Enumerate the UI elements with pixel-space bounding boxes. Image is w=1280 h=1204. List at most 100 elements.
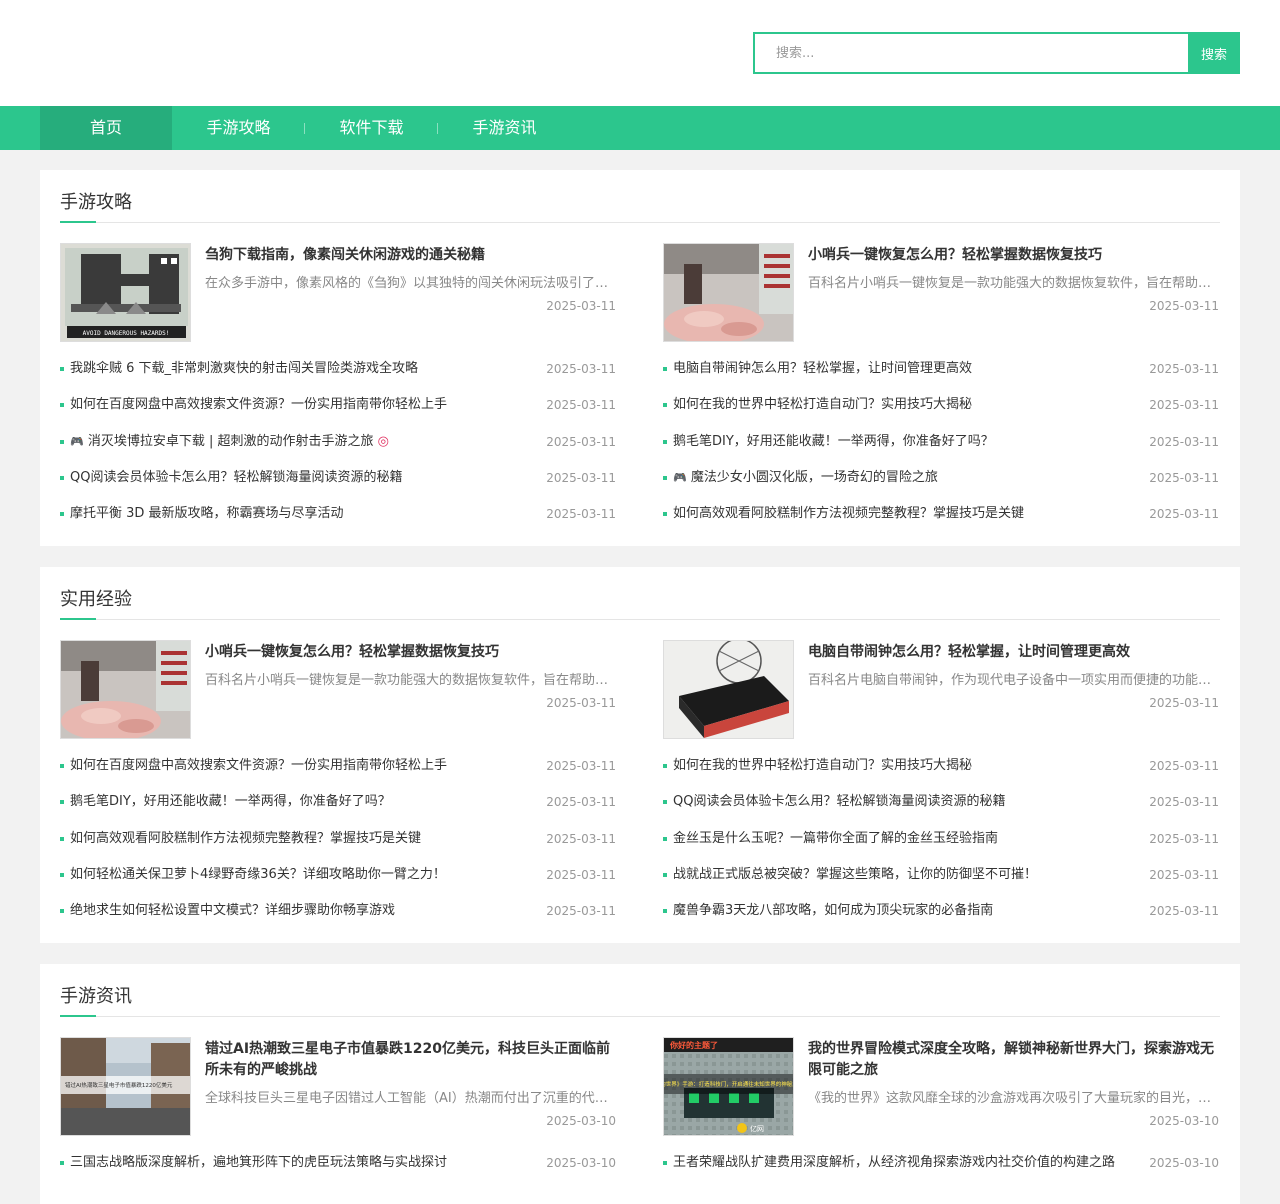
list-item[interactable]: 如何在百度网盘中高效搜索文件资源？一份实用指南带你轻松上手 2025-03-11 [60,748,616,784]
nav-software-download[interactable]: 软件下载 [305,106,438,150]
thumb-caption: 错过AI热潮致三星电子市值暴跌1220亿美元 [65,1081,173,1089]
list-item[interactable]: QQ阅读会员体验卡怎么用？轻松解锁海量阅读资源的秘籍 2025-03-11 [663,784,1219,820]
list-item-title[interactable]: 如何在我的世界中轻松打造自动门？实用技巧大揭秘 [673,387,1143,423]
featured-date: 2025-03-11 [1149,696,1219,710]
left-column: 错过AI热潮致三星电子市值暴跌1220亿美元 错过AI热潮致三星电子市值暴跌12… [60,1037,616,1170]
thumb-header-text: 你好的主题了 [669,1040,718,1050]
list-item[interactable]: 鹅毛笔DIY，好用还能收藏！一举两得，你准备好了吗？ 2025-03-11 [663,424,1219,460]
list-item-date: 2025-03-11 [1149,759,1219,773]
list-item[interactable]: 三国志战略版深度解析，遍地箕形阵下的虎臣玩法策略与实战探讨 2025-03-10 [60,1145,616,1181]
article-thumbnail[interactable]: 你好的主题了 《我的世界》手游：打造科技门，开启通往未知世界的神秘之门！ 亿网 [663,1037,794,1136]
list-item[interactable]: 如何在百度网盘中高效搜索文件资源？一份实用指南带你轻松上手 2025-03-11 [60,387,616,423]
list-item-date: 2025-03-11 [546,831,616,846]
list-item-title[interactable]: 金丝玉是什么玉呢？一篇带你全面了解的金丝玉经验指南 [673,821,1143,857]
article-list: 王者荣耀战队扩建费用深度解析，从经济视角探索游戏内社交价值的构建之路 2025-… [663,1145,1219,1181]
list-item[interactable]: 魔兽争霸3天龙八部攻略，如何成为顶尖玩家的必备指南 2025-03-11 [663,893,1219,929]
list-item[interactable]: 王者荣耀战队扩建费用深度解析，从经济视角探索游戏内社交价值的构建之路 2025-… [663,1145,1219,1181]
list-item[interactable]: 绝地求生如何轻松设置中文模式？详细步骤助你畅享游戏 2025-03-11 [60,893,616,929]
list-item-date: 2025-03-11 [546,507,616,522]
featured-title[interactable]: 错过AI热潮致三星电子市值暴跌1220亿美元，科技巨头正面临前所未有的严峻挑战 [205,1039,616,1081]
search-input[interactable] [753,32,1188,74]
list-item-date: 2025-03-11 [546,867,616,882]
search-button[interactable]: 搜索 [1188,32,1240,74]
featured-article[interactable]: 小哨兵一键恢复怎么用？轻松掌握数据恢复技巧 百科名片小哨兵一键恢复是一款功能强大… [663,243,1219,342]
featured-description: 百科名片小哨兵一键恢复是一款功能强大的数据恢复软件，旨在帮助用户快速恢复丢失的数… [205,673,616,688]
list-item-title[interactable]: 战就战正式版总被突破？掌握这些策略，让你的防御坚不可摧！ [673,857,1143,893]
list-item[interactable]: 我跳伞贼 6 下载_非常刺激爽快的射击闯关冒险类游戏全攻略 2025-03-11 [60,351,616,387]
list-item-title[interactable]: 绝地求生如何轻松设置中文模式？详细步骤助你畅享游戏 [70,893,540,929]
featured-article[interactable]: 你好的主题了 《我的世界》手游：打造科技门，开启通往未知世界的神秘之门！ 亿网 … [663,1037,1219,1136]
article-thumbnail[interactable] [663,243,794,342]
featured-title[interactable]: 我的世界冒险模式深度全攻略，解锁神秘新世界大门，探索游戏无限可能之旅 [808,1039,1219,1081]
featured-description: 《我的世界》这款风靡全球的沙盒游戏再次吸引了大量玩家的目光，其冒险模式更是深受玩… [808,1091,1219,1106]
list-item-title[interactable]: 鹅毛笔DIY，好用还能收藏！一举两得，你准备好了吗？ [673,424,1143,460]
list-item-title[interactable]: QQ阅读会员体验卡怎么用？轻松解锁海量阅读资源的秘籍 [70,460,540,496]
list-item[interactable]: 如何高效观看阿胶糕制作方法视频完整教程？掌握技巧是关键 2025-03-11 [663,496,1219,532]
list-item[interactable]: 电脑自带闹钟怎么用？轻松掌握，让时间管理更高效 2025-03-11 [663,351,1219,387]
featured-date: 2025-03-10 [546,1114,616,1128]
article-list: 如何在百度网盘中高效搜索文件资源？一份实用指南带你轻松上手 2025-03-11… [60,748,616,929]
list-item-title[interactable]: 摩托平衡 3D 最新版攻略，称霸赛场与尽享活动 [70,496,540,532]
list-item-date: 2025-03-11 [1149,795,1219,810]
featured-article[interactable]: 错过AI热潮致三星电子市值暴跌1220亿美元 错过AI热潮致三星电子市值暴跌12… [60,1037,616,1136]
list-item-title[interactable]: 如何在我的世界中轻松打造自动门？实用技巧大揭秘 [673,748,1143,784]
featured-title[interactable]: 电脑自带闹钟怎么用？轻松掌握，让时间管理更高效 [808,642,1219,663]
list-item-title[interactable]: 电脑自带闹钟怎么用？轻松掌握，让时间管理更高效 [673,351,1143,387]
article-list: 如何在我的世界中轻松打造自动门？实用技巧大揭秘 2025-03-11 QQ阅读会… [663,748,1219,929]
list-item-title[interactable]: 如何在百度网盘中高效搜索文件资源？一份实用指南带你轻松上手 [70,387,540,423]
list-item-title[interactable]: 魔兽争霸3天龙八部攻略，如何成为顶尖玩家的必备指南 [673,893,1143,929]
featured-date: 2025-03-10 [1149,1114,1219,1128]
nav-mobile-guides[interactable]: 手游攻略 [172,106,305,150]
article-thumbnail[interactable]: AVOID DANGEROUS HAZARDS! [60,243,191,342]
list-item-title[interactable]: 如何高效观看阿胶糕制作方法视频完整教程？掌握技巧是关键 [673,496,1143,532]
nav-home[interactable]: 首页 [40,106,172,150]
section-header: 手游攻略 [60,170,1220,223]
section-title[interactable]: 手游资讯 [60,982,132,1008]
list-item[interactable]: 如何高效观看阿胶糕制作方法视频完整教程？掌握技巧是关键 2025-03-11 [60,821,616,857]
list-item-title[interactable]: 三国志战略版深度解析，遍地箕形阵下的虎臣玩法策略与实战探讨 [70,1145,540,1181]
article-thumbnail[interactable] [663,640,794,739]
list-item[interactable]: 如何轻松通关保卫萝卜4绿野奇缘36关？详细攻略助你一臂之力！ 2025-03-1… [60,857,616,893]
list-item[interactable]: 摩托平衡 3D 最新版攻略，称霸赛场与尽享活动 2025-03-11 [60,496,616,532]
search-bar: 搜索 [753,32,1240,74]
list-item-title[interactable]: 🎮 魔法少女小圆汉化版，一场奇幻的冒险之旅 [673,460,1143,496]
list-item-title[interactable]: QQ阅读会员体验卡怎么用？轻松解锁海量阅读资源的秘籍 [673,784,1143,820]
list-item[interactable]: 鹅毛笔DIY，好用还能收藏！一举两得，你准备好了吗？ 2025-03-11 [60,784,616,820]
list-item-title[interactable]: 如何在百度网盘中高效搜索文件资源？一份实用指南带你轻松上手 [70,748,540,784]
featured-title[interactable]: 刍狗下载指南，像素闯关休闲游戏的通关秘籍 [205,245,616,266]
thumb-caption: AVOID DANGEROUS HAZARDS! [83,330,170,337]
featured-date: 2025-03-11 [1149,299,1219,313]
right-column: 电脑自带闹钟怎么用？轻松掌握，让时间管理更高效 百科名片电脑自带闹钟，作为现代电… [663,640,1219,918]
list-item-title[interactable]: 如何轻松通关保卫萝卜4绿野奇缘36关？详细攻略助你一臂之力！ [70,857,540,893]
list-item-title[interactable]: 鹅毛笔DIY，好用还能收藏！一举两得，你准备好了吗？ [70,784,540,820]
list-item-date: 2025-03-10 [1149,1156,1219,1170]
featured-description: 百科名片电脑自带闹钟，作为现代电子设备中一项实用而便捷的功能，为我们的生活带来了… [808,673,1219,688]
featured-description: 百科名片小哨兵一键恢复是一款功能强大的数据恢复软件，旨在帮助用户快速恢复丢失的数… [808,276,1219,291]
section-title[interactable]: 手游攻略 [60,188,132,214]
list-item-date: 2025-03-11 [546,398,616,413]
article-list: 我跳伞贼 6 下载_非常刺激爽快的射击闯关冒险类游戏全攻略 2025-03-11… [60,351,616,532]
list-item-date: 2025-03-11 [1149,507,1219,522]
list-item-title[interactable]: 如何高效观看阿胶糕制作方法视频完整教程？掌握技巧是关键 [70,821,540,857]
list-item[interactable]: 🎮 魔法少女小圆汉化版，一场奇幻的冒险之旅 2025-03-11 [663,460,1219,496]
list-item-title[interactable]: 王者荣耀战队扩建费用深度解析，从经济视角探索游戏内社交价值的构建之路 [673,1145,1143,1181]
list-item[interactable]: 战就战正式版总被突破？掌握这些策略，让你的防御坚不可摧！ 2025-03-11 [663,857,1219,893]
list-item[interactable]: QQ阅读会员体验卡怎么用？轻松解锁海量阅读资源的秘籍 2025-03-11 [60,460,616,496]
featured-article[interactable]: 小哨兵一键恢复怎么用？轻松掌握数据恢复技巧 百科名片小哨兵一键恢复是一款功能强大… [60,640,616,739]
featured-article[interactable]: 电脑自带闹钟怎么用？轻松掌握，让时间管理更高效 百科名片电脑自带闹钟，作为现代电… [663,640,1219,739]
list-item-date: 2025-03-10 [546,1156,616,1170]
list-item[interactable]: 金丝玉是什么玉呢？一篇带你全面了解的金丝玉经验指南 2025-03-11 [663,821,1219,857]
nav-mobile-news[interactable]: 手游资讯 [438,106,571,150]
section-title[interactable]: 实用经验 [60,585,132,611]
article-thumbnail[interactable]: 错过AI热潮致三星电子市值暴跌1220亿美元 [60,1037,191,1136]
list-item[interactable]: 🎮 消灭埃博拉安卓下载 | 超刺激的动作射击手游之旅 ◎ 2025-03-11 [60,424,616,460]
list-item-title[interactable]: 🎮 消灭埃博拉安卓下载 | 超刺激的动作射击手游之旅 ◎ [70,424,540,460]
list-item[interactable]: 如何在我的世界中轻松打造自动门？实用技巧大揭秘 2025-03-11 [663,387,1219,423]
list-item-title[interactable]: 我跳伞贼 6 下载_非常刺激爽快的射击闯关冒险类游戏全攻略 [70,351,540,387]
list-item-date: 2025-03-11 [1149,470,1219,485]
list-item[interactable]: 如何在我的世界中轻松打造自动门？实用技巧大揭秘 2025-03-11 [663,748,1219,784]
featured-article[interactable]: AVOID DANGEROUS HAZARDS! 刍狗下载指南，像素闯关休闲游戏… [60,243,616,342]
article-thumbnail[interactable] [60,640,191,739]
featured-title[interactable]: 小哨兵一键恢复怎么用？轻松掌握数据恢复技巧 [205,642,616,663]
featured-title[interactable]: 小哨兵一键恢复怎么用？轻松掌握数据恢复技巧 [808,245,1219,266]
